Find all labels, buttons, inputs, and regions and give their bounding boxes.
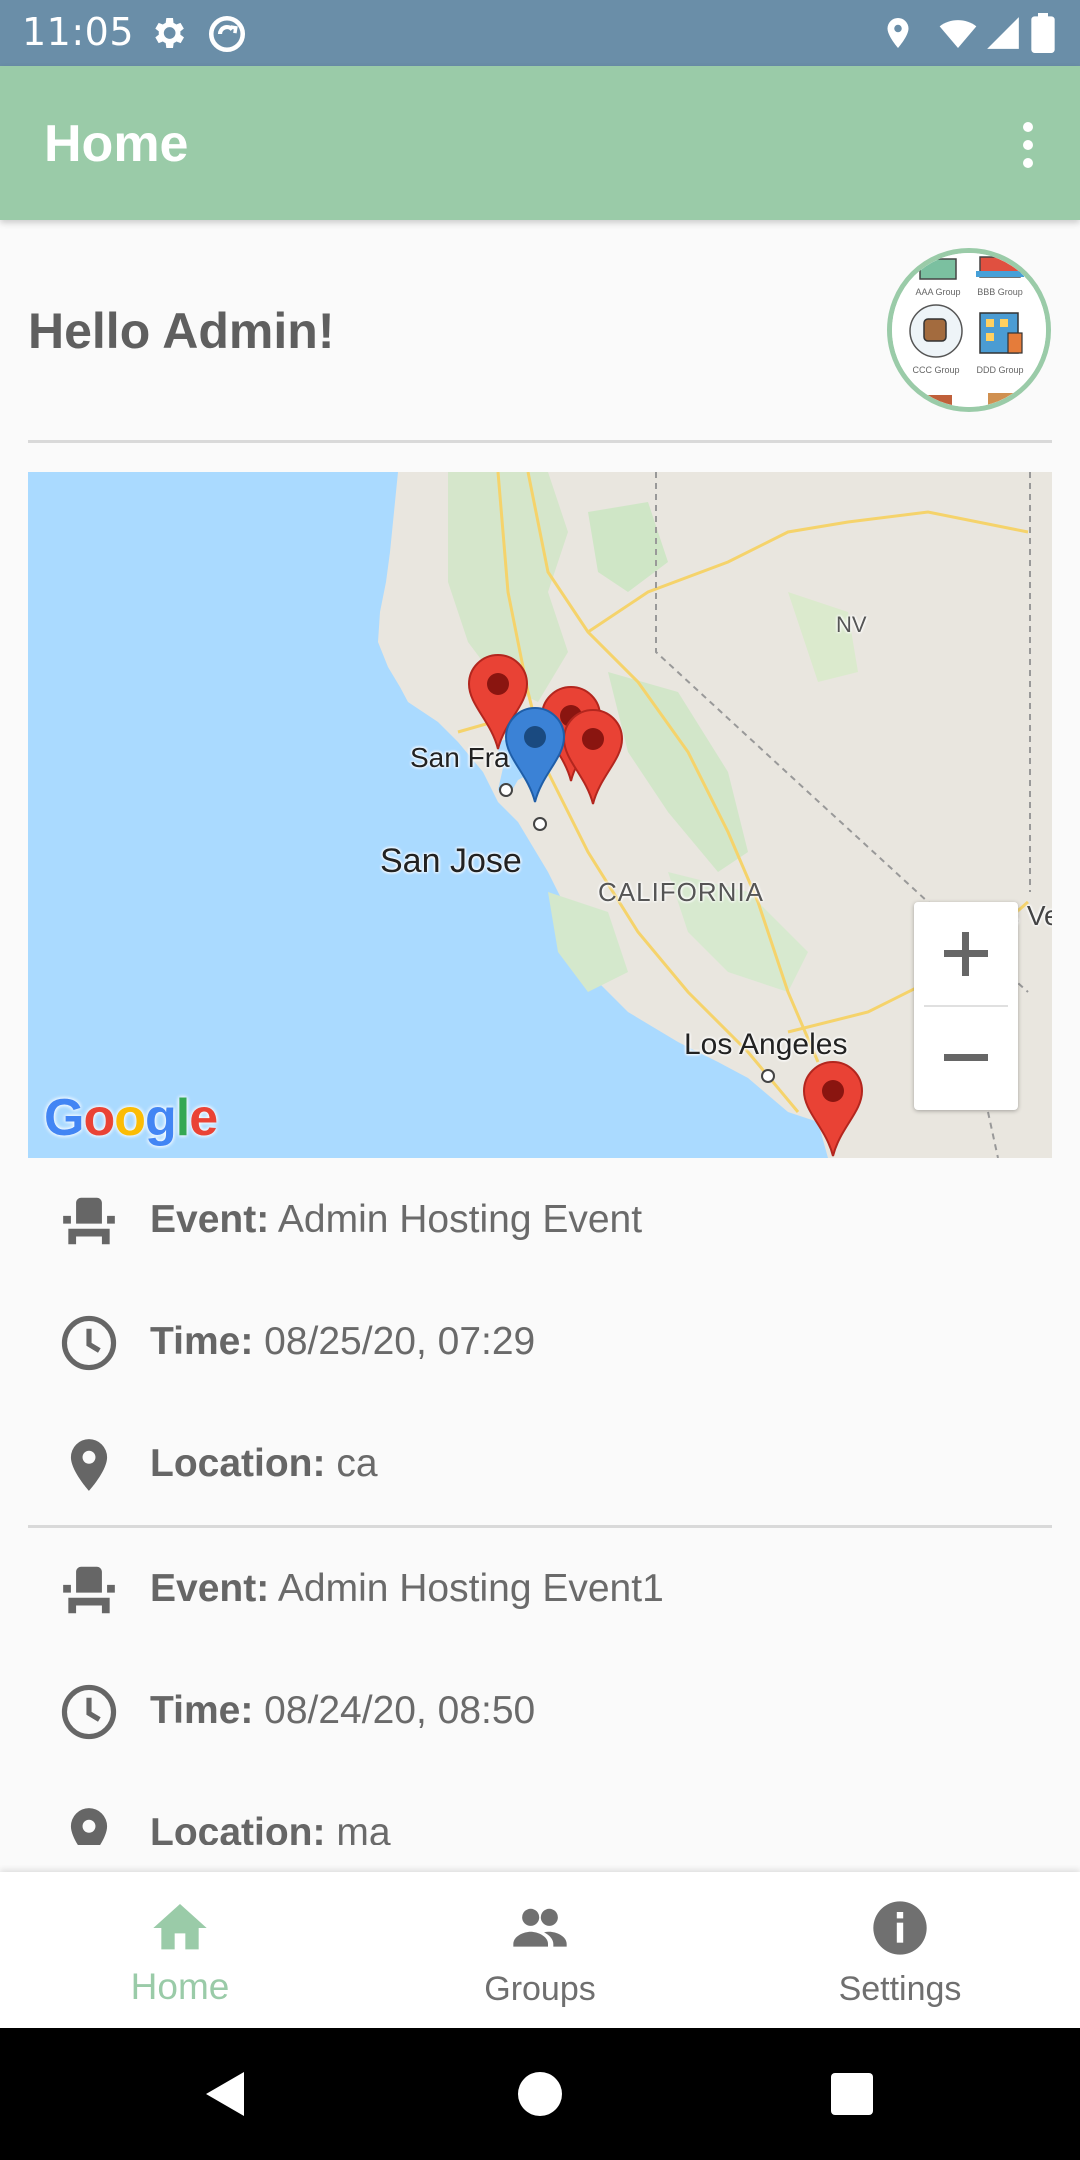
event-divider [28,1525,1052,1528]
group-avatar[interactable]: AAA Group BBB Group CCC Group DDD Group [887,248,1051,412]
battery-icon [1031,13,1055,53]
event-row[interactable]: Event: Admin Hosting Event1 [0,1529,1080,1651]
recents-icon[interactable] [822,2064,882,2124]
event-time-text: Time: 08/25/20, 07:29 [150,1320,536,1363]
seat-icon [63,1197,115,1245]
svg-text:DDD Group: DDD Group [976,365,1023,375]
more-options-button[interactable] [996,110,1060,180]
zoom-in-button[interactable] [914,902,1018,1006]
location-row: Location: ca [0,1404,1080,1526]
nav-groups[interactable]: Groups [360,1872,720,2028]
map-label-california: CALIFORNIA [598,877,765,907]
group-collage-image: AAA Group BBB Group CCC Group DDD Group [892,253,1046,407]
event-location-text: Location: ma [150,1811,391,1845]
sync-icon [208,15,246,53]
time-row: Time: 08/25/20, 07:29 [0,1282,1080,1404]
more-vertical-icon [1023,122,1033,132]
seat-icon [63,1566,115,1614]
home-circle-icon[interactable] [510,2064,570,2124]
svg-text:AAA Group: AAA Group [915,287,960,297]
app-bar: Home [0,66,1080,220]
plus-icon [944,932,988,976]
nav-groups-label: Groups [484,1970,596,2008]
google-logo: Google [44,1089,218,1147]
svg-text:BBB Group: BBB Group [977,287,1023,297]
info-icon [873,1901,927,1955]
nav-home[interactable]: Home [0,1872,360,2028]
location-row: Location: ma [0,1773,1080,1845]
map-label-los-angeles: Los Angeles [684,1028,848,1061]
map-label-san-jose: San Jose [380,842,522,880]
greeting-text: Hello Admin! [28,303,335,359]
location-pin-icon [70,1439,108,1491]
map-label-nevada: NV [836,612,867,637]
status-time: 11:05 [22,10,135,54]
event-time-text: Time: 08/24/20, 08:50 [150,1689,536,1732]
svg-text:CCC Group: CCC Group [912,365,959,375]
location-pin-icon [70,1808,108,1845]
groups-icon [513,1908,567,1947]
zoom-controls [914,902,1018,1110]
map-tiles [28,472,1052,1158]
time-row: Time: 08/24/20, 08:50 [0,1651,1080,1773]
settings-gear-icon [155,18,184,48]
signal-icon [987,17,1019,49]
app-title: Home [44,115,189,173]
clock-icon [61,1315,117,1371]
system-navigation-bar [0,2028,1080,2160]
nav-settings-label: Settings [838,1970,962,2008]
event-row[interactable]: Event: Admin Hosting Event [0,1160,1080,1282]
status-bar: 11:05 [0,0,1080,66]
event-name-text: Event: Admin Hosting Event1 [150,1567,664,1610]
wifi-icon [939,20,977,48]
nav-settings[interactable]: Settings [720,1872,1080,2028]
zoom-out-button[interactable] [914,1006,1018,1110]
location-icon [887,18,909,48]
event-location-text: Location: ca [150,1442,378,1485]
map-label-san-francisco: San Fra [410,742,510,773]
clock-icon [61,1684,117,1740]
map-view[interactable]: San Fra San Jose CALIFORNIA NV Los Angel… [28,472,1052,1158]
back-icon[interactable] [196,2064,256,2124]
minus-icon [944,1054,988,1061]
event-name-text: Event: Admin Hosting Event [150,1198,643,1241]
header-divider [28,440,1052,443]
home-icon [153,1904,207,1950]
bottom-navigation: Home Groups Settings [0,1872,1080,2028]
nav-home-label: Home [130,1966,230,2007]
